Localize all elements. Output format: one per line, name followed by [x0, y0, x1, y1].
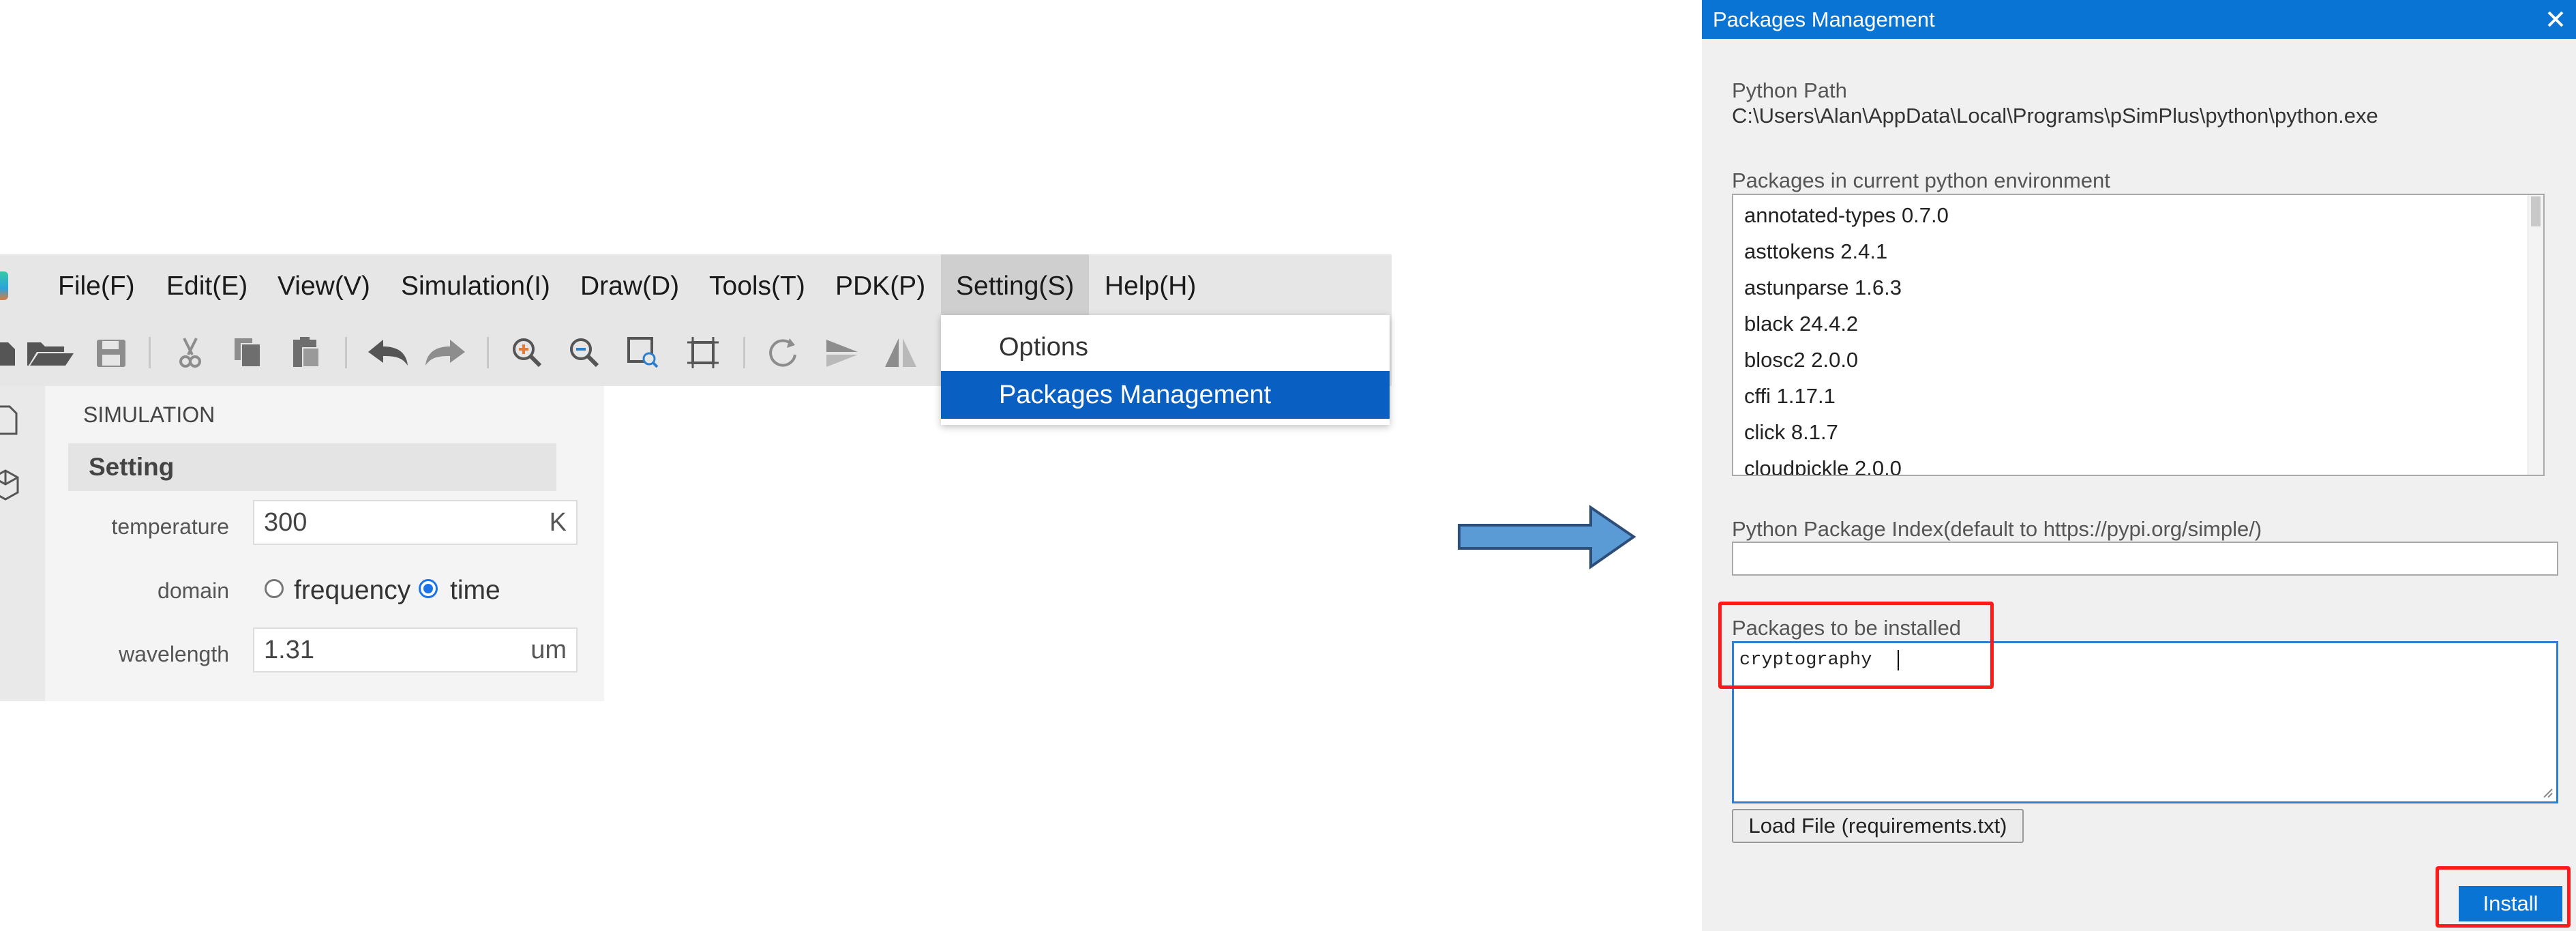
temperature-value: 300: [264, 508, 308, 537]
cut-icon[interactable]: [172, 334, 209, 371]
toolbar-separator: [743, 337, 745, 368]
packages-list-scrollbar[interactable]: [2528, 195, 2543, 475]
zoom-out-icon[interactable]: [566, 334, 603, 371]
domain-time-label[interactable]: time: [450, 576, 500, 606]
domain-label: domain: [158, 578, 229, 603]
python-path-label: Python Path: [1732, 78, 1847, 102]
dialog-titlebar: Packages Management: [1702, 0, 2576, 39]
simulation-panel: SIMULATION Setting temperature 300 K dom…: [45, 386, 604, 701]
menu-item-options[interactable]: Options: [941, 323, 1390, 371]
list-item[interactable]: click 8.1.7: [1744, 420, 1838, 445]
menu-pdk[interactable]: PDK(P): [820, 254, 940, 318]
cube-icon[interactable]: [0, 468, 20, 502]
temperature-label: temperature: [111, 514, 229, 539]
close-icon[interactable]: [2542, 5, 2569, 33]
menu-file[interactable]: File(F): [43, 254, 150, 318]
menu-item-packages-management[interactable]: Packages Management: [941, 371, 1390, 419]
menu-tools[interactable]: Tools(T): [694, 254, 820, 318]
setting-section-header[interactable]: Setting: [68, 443, 556, 491]
flip-horizontal-icon[interactable]: [824, 334, 860, 371]
list-item[interactable]: blosc2 2.0.0: [1744, 348, 1858, 372]
menu-bar: File(F) Edit(E) View(V) Simulation(I) Dr…: [0, 254, 1392, 318]
zoom-in-icon[interactable]: [509, 334, 545, 371]
temperature-unit: K: [549, 508, 567, 537]
wavelength-label: wavelength: [119, 642, 229, 666]
list-item[interactable]: annotated-types 0.7.0: [1744, 203, 1949, 228]
panel-heading: SIMULATION: [83, 402, 215, 427]
save-icon[interactable]: [93, 334, 130, 371]
temperature-field[interactable]: 300 K: [253, 500, 578, 545]
menu-setting[interactable]: Setting(S): [941, 254, 1090, 318]
python-path-value: C:\Users\Alan\AppData\Local\Programs\pSi…: [1732, 104, 2378, 128]
toolbar-separator: [487, 337, 489, 368]
new-file-icon[interactable]: [0, 334, 25, 371]
right-arrow-icon: [1458, 505, 1636, 570]
dialog-title: Packages Management: [1713, 8, 1935, 31]
resize-grip-icon[interactable]: [2540, 785, 2553, 799]
undo-icon[interactable]: [365, 334, 410, 371]
packages-management-dialog: Packages Management Python Path C:\Users…: [1702, 0, 2576, 931]
toolbar-separator: [149, 337, 151, 368]
app-logo-icon: [0, 271, 8, 300]
highlight-box-packages-to-install: [1718, 602, 1994, 689]
domain-frequency-label[interactable]: frequency: [294, 576, 410, 606]
packages-list-label: Packages in current python environment: [1732, 168, 2110, 192]
menu-help[interactable]: Help(H): [1090, 254, 1211, 318]
domain-frequency-radio[interactable]: [265, 579, 284, 598]
setting-dropdown-menu: Options Packages Management: [941, 315, 1390, 425]
menu-edit[interactable]: Edit(E): [151, 254, 263, 318]
wavelength-value: 1.31: [264, 636, 314, 664]
list-item[interactable]: black 24.4.2: [1744, 312, 1858, 336]
highlight-box-install-button: [2436, 866, 2571, 928]
menu-simulation[interactable]: Simulation(I): [386, 254, 565, 318]
mirror-icon[interactable]: [882, 334, 919, 371]
setting-section-title: Setting: [89, 453, 175, 481]
package-index-input[interactable]: [1732, 542, 2558, 576]
list-item[interactable]: cffi 1.17.1: [1744, 384, 1836, 409]
list-item[interactable]: astunparse 1.6.3: [1744, 276, 1902, 300]
load-requirements-button[interactable]: Load File (requirements.txt): [1732, 809, 2024, 843]
list-item[interactable]: cloudpickle 2.0.0: [1744, 456, 1902, 475]
zoom-area-icon[interactable]: [625, 334, 661, 371]
packages-list[interactable]: annotated-types 0.7.0 asttokens 2.4.1 as…: [1732, 194, 2545, 476]
package-index-label: Python Package Index(default to https://…: [1732, 517, 2262, 541]
wavelength-unit: um: [530, 636, 567, 664]
toolbar-separator: [345, 337, 347, 368]
paste-icon[interactable]: [288, 334, 325, 371]
domain-time-radio[interactable]: [419, 579, 438, 598]
document-icon[interactable]: [0, 405, 20, 437]
menu-draw[interactable]: Draw(D): [565, 254, 694, 318]
menu-view[interactable]: View(V): [263, 254, 385, 318]
copy-icon[interactable]: [229, 334, 266, 371]
rotate-icon[interactable]: [765, 334, 802, 371]
fit-view-icon[interactable]: [685, 334, 721, 371]
scrollbar-thumb[interactable]: [2531, 196, 2541, 226]
wavelength-field[interactable]: 1.31 um: [253, 627, 578, 673]
list-item[interactable]: asttokens 2.4.1: [1744, 239, 1887, 264]
left-icon-strip: [0, 386, 45, 701]
redo-icon[interactable]: [423, 334, 468, 371]
open-folder-icon[interactable]: [25, 334, 75, 371]
